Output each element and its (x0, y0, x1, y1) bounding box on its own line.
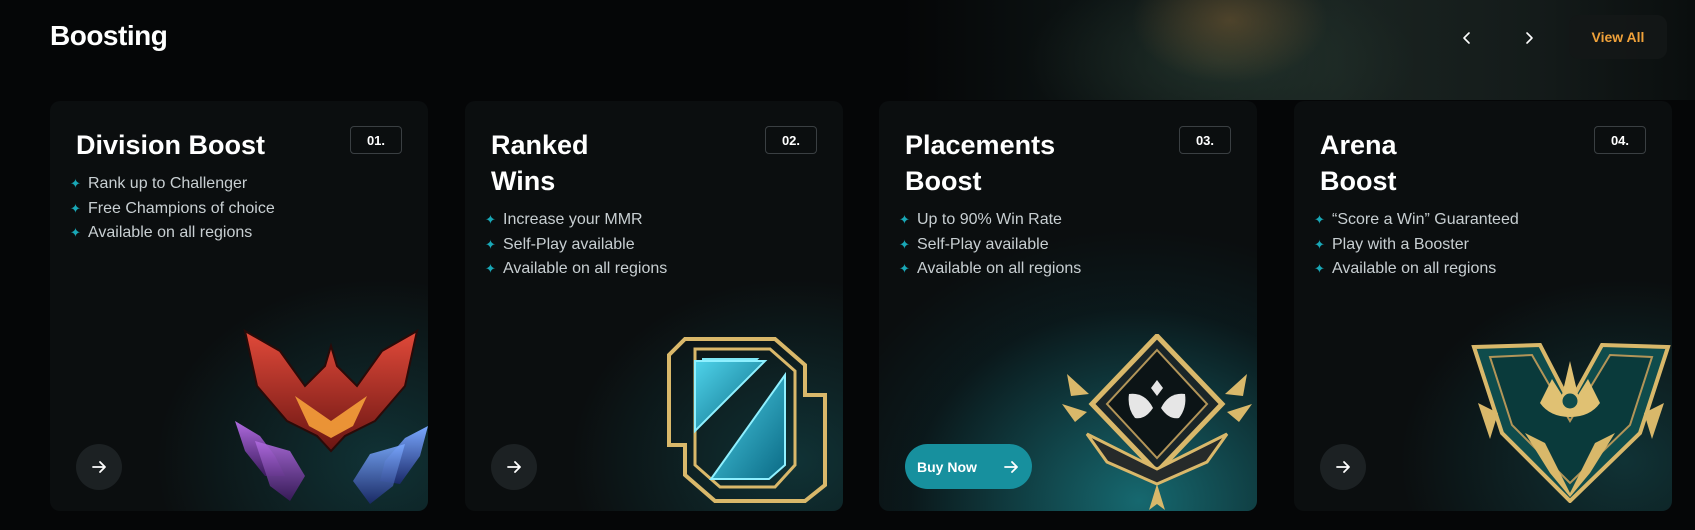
feature-item: ✦ Available on all regions (1314, 260, 1497, 278)
arena-crest-art (1471, 343, 1671, 503)
sparkle-icon: ✦ (485, 212, 496, 228)
card-placements-boost[interactable]: Placements Boost 03. ✦ Up to 90% Win Rate… (879, 101, 1257, 511)
sparkle-icon: ✦ (1314, 236, 1325, 252)
feature-item: ✦ Self-Play available (899, 235, 1049, 253)
arrow-right-icon (1336, 461, 1350, 473)
placement-emblem-art (1062, 334, 1252, 510)
card-arena-boost[interactable]: Arena Boost 04. ✦ “Score a Win” Guarantee… (1294, 101, 1672, 511)
arrow-right-icon (92, 461, 106, 473)
sparkle-icon: ✦ (899, 236, 910, 252)
arrow-right-icon (1004, 460, 1018, 473)
card-number-badge: 04. (1594, 126, 1646, 154)
view-all-button[interactable]: View All (1569, 15, 1667, 59)
feature-item: ✦ Free Champions of choice (70, 199, 275, 217)
sparkle-icon: ✦ (1314, 261, 1325, 277)
sparkle-icon: ✦ (1314, 212, 1325, 228)
feature-item: ✦ Play with a Booster (1314, 235, 1469, 253)
open-card-button[interactable] (76, 444, 122, 490)
sparkle-icon: ✦ (70, 200, 81, 216)
chevron-right-icon (1526, 32, 1533, 44)
carousel-next-button[interactable] (1509, 18, 1549, 58)
sparkle-icon: ✦ (485, 236, 496, 252)
card-number-badge: 01. (350, 126, 402, 154)
arrow-right-icon (507, 461, 521, 473)
card-title: Placements Boost (905, 130, 1056, 196)
sparkle-icon: ✦ (899, 261, 910, 277)
sparkle-icon: ✦ (485, 261, 496, 277)
feature-list: ✦ Increase your MMR ✦ Self-Play available … (485, 208, 667, 282)
feature-item: ✦ Up to 90% Win Rate (899, 211, 1062, 229)
feature-item: ✦ Available on all regions (70, 224, 253, 242)
card-number-badge: 03. (1179, 126, 1231, 154)
card-title: Ranked Wins (491, 130, 589, 196)
feature-item: ✦ “Score a Win” Guaranteed (1314, 211, 1519, 229)
section-title: Boosting (50, 20, 168, 51)
card-division-boost[interactable]: Division Boost 01. ✦ Rank up to Challenge… (50, 101, 428, 511)
sparkle-icon: ✦ (899, 212, 910, 228)
card-ranked-wins[interactable]: Ranked Wins 02. ✦ Increase your MMR ✦ Self… (465, 101, 843, 511)
buy-now-label: Buy Now (917, 458, 977, 475)
open-card-button[interactable] (1320, 444, 1366, 490)
feature-list: ✦ Rank up to Challenger ✦ Free Champions o… (70, 172, 275, 246)
card-number-badge: 02. (765, 126, 817, 154)
feature-item: ✦ Rank up to Challenger (70, 175, 248, 193)
card-title: Division Boost (76, 130, 266, 160)
open-card-button[interactable] (491, 444, 537, 490)
sparkle-icon: ✦ (70, 225, 81, 241)
feature-item: ✦ Increase your MMR (485, 211, 643, 229)
challenger-emblem-art (235, 329, 428, 504)
carousel-prev-button[interactable] (1447, 18, 1487, 58)
ranked-frame-art (667, 337, 827, 503)
chevron-left-icon (1463, 32, 1470, 44)
sparkle-icon: ✦ (70, 176, 81, 192)
feature-item: ✦ Self-Play available (485, 235, 635, 253)
feature-item: ✦ Available on all regions (485, 260, 668, 278)
buy-now-button[interactable]: Buy Now (905, 444, 1032, 489)
feature-list: ✦ Up to 90% Win Rate ✦ Self-Play available… (899, 208, 1081, 282)
card-title: Arena Boost (1320, 130, 1397, 196)
feature-list: ✦ “Score a Win” Guaranteed ✦ Play with a B… (1314, 208, 1519, 282)
feature-item: ✦ Available on all regions (899, 260, 1082, 278)
